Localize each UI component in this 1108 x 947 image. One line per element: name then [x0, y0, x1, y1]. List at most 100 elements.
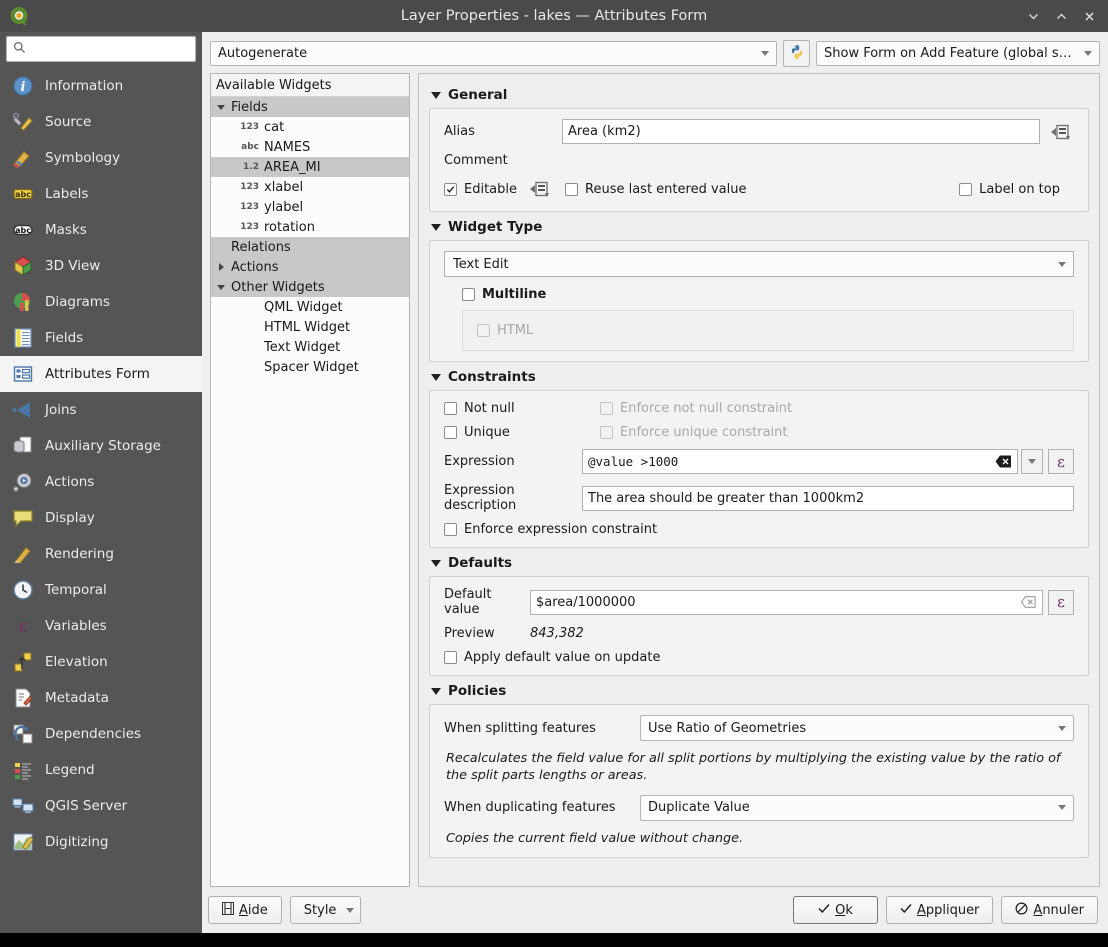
chevron-right-icon[interactable] [211, 263, 231, 271]
section-widget-type-header[interactable]: Widget Type [431, 219, 1089, 235]
sidebar-item-auxiliary-storage[interactable]: Auxiliary Storage [0, 428, 202, 464]
layout-combo[interactable]: Autogenerate [210, 41, 777, 66]
section-general-header[interactable]: General [431, 87, 1089, 103]
sidebar-item-symbology[interactable]: Symbology [0, 140, 202, 176]
python-init-code-button[interactable] [783, 40, 810, 67]
tree-node-label: Other Widgets [231, 279, 325, 295]
tree-node-actions[interactable]: Actions [211, 257, 409, 277]
widget-type-value: Text Edit [453, 256, 509, 272]
tree-node-names[interactable]: abc NAMES [211, 137, 409, 157]
tree-node-relations[interactable]: Relations [211, 237, 409, 257]
default-value-text: $area/1000000 [536, 594, 636, 610]
expression-input[interactable]: @value >1000 [582, 449, 1018, 474]
tree-node-other-widgets[interactable]: Other Widgets [211, 277, 409, 297]
window-title: Layer Properties - lakes — Attributes Fo… [400, 8, 708, 24]
python-icon [789, 44, 805, 64]
sidebar-item-attributes-form[interactable]: Attributes Form [0, 356, 202, 392]
data-defined-override-icon[interactable] [1048, 120, 1074, 144]
form-toolbar: Autogenerate Show Form on Add Feature (g… [202, 32, 1108, 73]
sidebar-item-source[interactable]: Source [0, 104, 202, 140]
ok-button[interactable]: Ok [793, 896, 878, 924]
sidebar-item-variables[interactable]: ε Variables [0, 608, 202, 644]
multiline-checkbox[interactable]: Multiline [462, 287, 1074, 302]
clear-icon[interactable] [994, 453, 1012, 471]
sidebar-item-metadata[interactable]: Metadata [0, 680, 202, 716]
sidebar-item-actions[interactable]: Actions [0, 464, 202, 500]
data-defined-override-icon[interactable] [527, 177, 553, 201]
section-title: Policies [448, 683, 507, 699]
sidebar-item-label: Metadata [45, 690, 109, 706]
sidebar-item-elevation[interactable]: Elevation [0, 644, 202, 680]
sidebar-item-joins[interactable]: Joins [0, 392, 202, 428]
reuse-last-value-checkbox[interactable]: Reuse last entered value [565, 182, 746, 197]
dialog-button-bar: Aide Style Ok Appliquer Annuler [202, 887, 1108, 933]
apply-button[interactable]: Appliquer [885, 896, 994, 924]
sidebar-item-masks[interactable]: abc Masks [0, 212, 202, 248]
editable-checkbox[interactable]: Editable [444, 182, 517, 197]
sidebar-item-information[interactable]: i Information [0, 68, 202, 104]
default-value-input[interactable]: $area/1000000 [530, 589, 1043, 615]
expression-history-dropdown[interactable] [1021, 449, 1043, 474]
sidebar-item-label: Symbology [45, 150, 121, 166]
sidebar-item-display[interactable]: Display [0, 500, 202, 536]
checkbox-box [959, 182, 973, 196]
sidebar-item-diagrams[interactable]: Diagrams [0, 284, 202, 320]
sidebar-item-temporal[interactable]: Temporal [0, 572, 202, 608]
search-input[interactable] [31, 40, 189, 58]
widget-type-combo[interactable]: Text Edit [444, 251, 1074, 277]
labels-icon: abc [10, 181, 36, 207]
tree-node-spacer-widget[interactable]: Spacer Widget [211, 357, 409, 377]
tree-node-qml-widget[interactable]: QML Widget [211, 297, 409, 317]
cancel-button[interactable]: Annuler [1001, 896, 1098, 924]
section-defaults-header[interactable]: Defaults [431, 555, 1089, 571]
close-icon[interactable] [1076, 3, 1102, 29]
minimize-icon[interactable] [1020, 3, 1046, 29]
split-policy-combo[interactable]: Use Ratio of Geometries [640, 715, 1074, 741]
tree-node-cat[interactable]: 123 cat [211, 117, 409, 137]
search-box[interactable] [6, 36, 196, 62]
label-on-top-checkbox[interactable]: Label on top [959, 182, 1060, 197]
tree-node-fields[interactable]: Fields [211, 97, 409, 117]
duplicate-policy-combo[interactable]: Duplicate Value [640, 794, 1074, 821]
sidebar-item-legend[interactable]: Legend [0, 752, 202, 788]
enforce-unique-label: Enforce unique constraint [620, 425, 788, 440]
enforce-expression-checkbox[interactable]: Enforce expression constraint [444, 522, 657, 537]
tree-node-xlabel[interactable]: 123 xlabel [211, 177, 409, 197]
expression-description-input[interactable]: The area should be greater than 1000km2 [582, 485, 1074, 511]
default-value-expression-button[interactable]: ε [1048, 589, 1074, 615]
sidebar-item-qgis-server[interactable]: QGIS Server [0, 788, 202, 824]
sidebar-item-rendering[interactable]: Rendering [0, 536, 202, 572]
section-constraints-header[interactable]: Constraints [431, 369, 1089, 385]
sidebar-item-fields[interactable]: Fields [0, 320, 202, 356]
integer-field-icon: 123 [240, 122, 259, 132]
tree-node-rotation[interactable]: 123 rotation [211, 217, 409, 237]
expression-builder-button[interactable]: ε [1048, 449, 1074, 474]
tree-node-html-widget[interactable]: HTML Widget [211, 317, 409, 337]
apply-default-on-update-checkbox[interactable]: Apply default value on update [444, 650, 660, 665]
html-option-box: HTML [462, 310, 1074, 351]
section-policies-header[interactable]: Policies [431, 683, 1089, 699]
tree-node-ylabel[interactable]: 123 ylabel [211, 197, 409, 217]
apply-default-on-update-row: Apply default value on update [444, 650, 1074, 665]
checkbox-box [444, 426, 457, 439]
sidebar: i Information Source Symbology abc Label… [0, 32, 202, 933]
tree-node-area-mi[interactable]: 1.2 AREA_MI [211, 157, 409, 177]
sidebar-item-digitizing[interactable]: Digitizing [0, 824, 202, 860]
widget-type-groupbox: Text Edit Multiline HTML [429, 240, 1089, 362]
form-suppress-combo[interactable]: Show Form on Add Feature (global setting… [816, 41, 1100, 66]
chevron-down-icon [1058, 805, 1066, 811]
chevron-down-icon[interactable] [211, 104, 231, 110]
search-icon [13, 41, 26, 58]
not-null-checkbox[interactable]: Not null [444, 401, 600, 416]
tree-node-text-widget[interactable]: Text Widget [211, 337, 409, 357]
chevron-down-icon[interactable] [211, 284, 231, 290]
clear-icon[interactable] [1019, 593, 1037, 611]
alias-input[interactable]: Area (km2) [562, 119, 1040, 144]
maximize-icon[interactable] [1048, 3, 1074, 29]
unique-checkbox[interactable]: Unique [444, 425, 600, 440]
style-button[interactable]: Style [289, 896, 362, 924]
sidebar-item-labels[interactable]: abc Labels [0, 176, 202, 212]
sidebar-item-3d-view[interactable]: 3D View [0, 248, 202, 284]
sidebar-item-dependencies[interactable]: Dependencies [0, 716, 202, 752]
help-button[interactable]: Aide [208, 896, 282, 924]
